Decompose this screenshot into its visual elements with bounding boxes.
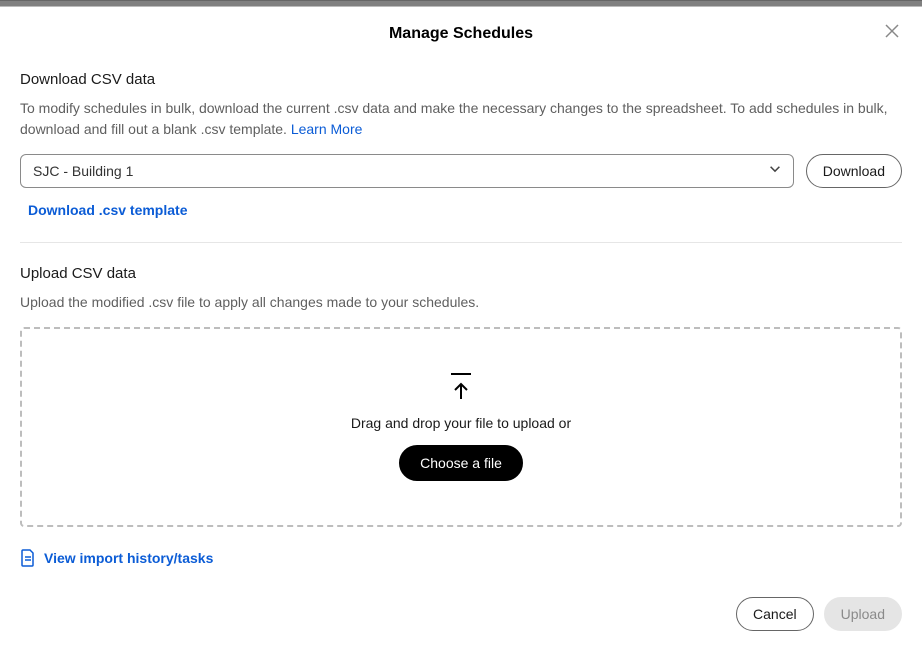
location-select-wrap: SJC - Building 1	[20, 154, 794, 188]
close-icon	[884, 23, 900, 39]
document-icon	[20, 549, 36, 567]
upload-icon	[451, 373, 471, 401]
download-button-label: Download	[823, 163, 885, 179]
section-divider	[20, 242, 902, 243]
modal-header: Manage Schedules	[20, 25, 902, 43]
location-select[interactable]: SJC - Building 1	[20, 154, 794, 188]
modal-title: Manage Schedules	[20, 25, 902, 43]
download-description-text: To modify schedules in bulk, download th…	[20, 100, 888, 137]
modal-footer: Cancel Upload	[20, 597, 902, 643]
close-button[interactable]	[882, 23, 902, 43]
file-dropzone[interactable]: Drag and drop your file to upload or Cho…	[20, 327, 902, 527]
download-row: SJC - Building 1 Download	[20, 154, 902, 188]
cancel-button-label: Cancel	[753, 606, 797, 622]
view-history-link[interactable]: View import history/tasks	[20, 549, 213, 567]
location-select-value: SJC - Building 1	[33, 163, 133, 179]
window-topbar	[0, 0, 922, 7]
choose-file-button[interactable]: Choose a file	[399, 445, 523, 481]
download-section-description: To modify schedules in bulk, download th…	[20, 98, 902, 140]
upload-section-description: Upload the modified .csv file to apply a…	[20, 292, 902, 313]
choose-file-button-label: Choose a file	[420, 455, 502, 471]
upload-section-heading: Upload CSV data	[20, 265, 902, 282]
download-section-heading: Download CSV data	[20, 71, 902, 88]
download-template-link[interactable]: Download .csv template	[28, 202, 187, 218]
view-history-label: View import history/tasks	[44, 550, 213, 566]
upload-button-label: Upload	[841, 606, 885, 622]
manage-schedules-modal: Manage Schedules Download CSV data To mo…	[0, 7, 922, 643]
dropzone-text: Drag and drop your file to upload or	[351, 415, 571, 431]
learn-more-link[interactable]: Learn More	[291, 121, 363, 137]
cancel-button[interactable]: Cancel	[736, 597, 814, 631]
upload-button: Upload	[824, 597, 902, 631]
download-button[interactable]: Download	[806, 154, 902, 188]
